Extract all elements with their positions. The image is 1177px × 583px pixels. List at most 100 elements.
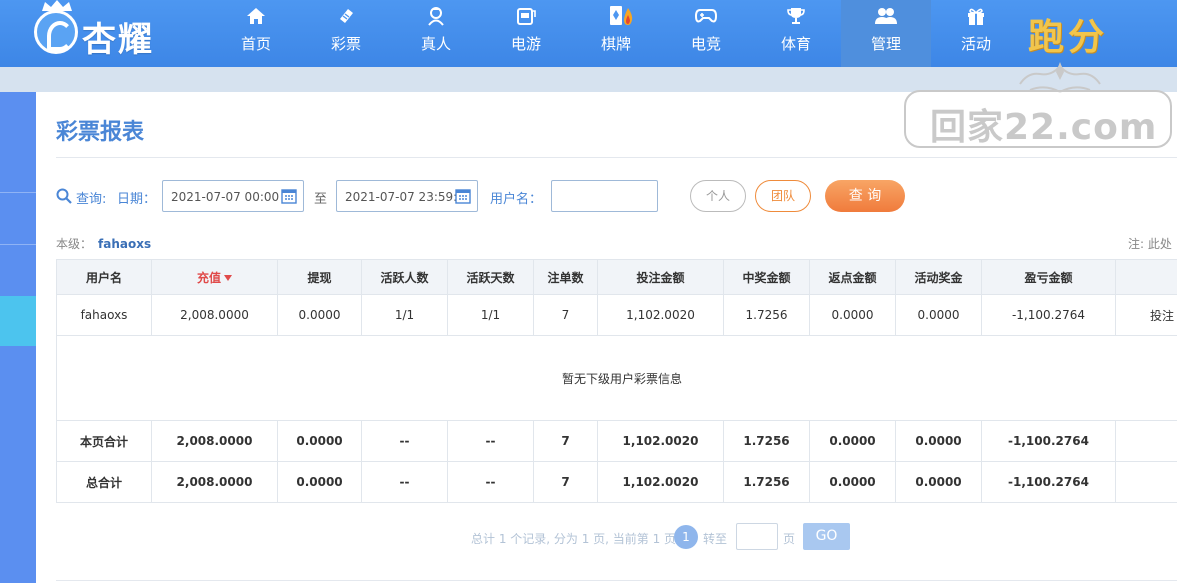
table-cell: 0.0000 bbox=[895, 461, 982, 503]
go-button[interactable]: GO bbox=[803, 523, 850, 550]
table-cell: 7 bbox=[533, 420, 598, 462]
table-cell: 2,008.0000 bbox=[151, 461, 278, 503]
brand-logo[interactable]: 杏耀 bbox=[30, 0, 180, 62]
nav-item-home[interactable]: 首页 bbox=[211, 0, 301, 67]
title-divider bbox=[56, 157, 1177, 158]
sidebar-divider bbox=[0, 192, 36, 193]
table-cell: 1.7256 bbox=[723, 420, 810, 462]
lottery-ticket-icon bbox=[335, 6, 357, 26]
username-link[interactable]: fahaoxs bbox=[56, 294, 152, 336]
logo-emblem-icon bbox=[34, 10, 78, 54]
gift-icon bbox=[965, 6, 987, 26]
sort-desc-icon bbox=[224, 275, 232, 281]
search-icon bbox=[56, 188, 72, 204]
promo-badge[interactable]: 跑分 bbox=[1028, 8, 1108, 60]
table-cell: -- bbox=[361, 420, 448, 462]
current-page-button[interactable]: 1 bbox=[674, 525, 698, 549]
table-cell bbox=[1115, 461, 1177, 503]
bet-detail-link[interactable]: 投注 bbox=[1115, 294, 1177, 336]
nav-item-cards[interactable]: 棋牌 bbox=[571, 0, 661, 67]
table-cell: -- bbox=[361, 461, 448, 503]
table-cell: -1,100.2764 bbox=[981, 461, 1116, 503]
table-cell: 1/1 bbox=[361, 294, 448, 336]
page-total-row: 本页合计 2,008.0000 0.0000 -- -- 7 1,102.002… bbox=[56, 420, 1177, 462]
table-cell: 1,102.0020 bbox=[597, 294, 724, 336]
date-separator: 至 bbox=[314, 192, 328, 207]
col-actions bbox=[1115, 259, 1177, 295]
col-active-days: 活跃天数 bbox=[447, 259, 534, 295]
table-cell: -1,100.2764 bbox=[981, 420, 1116, 462]
table-cell: 2,008.0000 bbox=[151, 294, 278, 336]
nav-item-slots[interactable]: 电游 bbox=[481, 0, 571, 67]
table-cell: 本页合计 bbox=[56, 420, 152, 462]
empty-message: 暂无下级用户彩票信息 bbox=[56, 335, 1177, 421]
query-form: 查询: 日期： 2021-07-07 00:00 至 2021-07-07 23… bbox=[56, 180, 1177, 212]
username-input[interactable] bbox=[551, 180, 658, 212]
left-sidebar bbox=[0, 92, 36, 583]
nav-item-esports[interactable]: 电竞 bbox=[661, 0, 751, 67]
main-nav: 首页 彩票 真人 电游 棋牌 电竞 体育 管理 活动 bbox=[211, 0, 1021, 67]
table-cell: 1,102.0020 bbox=[597, 420, 724, 462]
brand-name: 杏耀 bbox=[82, 20, 154, 60]
col-bonus: 活动奖金 bbox=[895, 259, 982, 295]
nav-item-live[interactable]: 真人 bbox=[391, 0, 481, 67]
pagination: 总计 1 个记录, 分为 1 页, 当前第 1 页 1 转至 页 GO bbox=[471, 523, 891, 551]
col-rebate-amount: 返点金额 bbox=[809, 259, 896, 295]
hot-flame-icon bbox=[624, 8, 633, 25]
col-deposit-sort[interactable]: 充值 bbox=[151, 259, 278, 295]
lottery-report-table: 用户名 充值 提现 活跃人数 活跃天数 注单数 投注金额 中奖金额 返点金额 活… bbox=[56, 259, 1177, 503]
nav-item-manage[interactable]: 管理 bbox=[841, 0, 931, 67]
table-cell: 2,008.0000 bbox=[151, 420, 278, 462]
query-label: 查询: bbox=[76, 192, 107, 207]
end-date-input[interactable]: 2021-07-07 23:59: bbox=[336, 180, 478, 212]
table-cell: 1,102.0020 bbox=[597, 461, 724, 503]
pagination-summary: 总计 1 个记录, 分为 1 页, 当前第 1 页 bbox=[471, 532, 677, 546]
trophy-icon bbox=[785, 6, 807, 26]
goto-label: 转至 bbox=[703, 532, 728, 546]
live-dealer-icon bbox=[425, 6, 447, 26]
calendar-icon[interactable] bbox=[281, 188, 297, 204]
table-cell: 0.0000 bbox=[895, 420, 982, 462]
calendar-icon[interactable] bbox=[455, 188, 471, 204]
table-cell bbox=[1115, 420, 1177, 462]
empty-row: 暂无下级用户彩票信息 bbox=[56, 335, 1177, 421]
start-date-input[interactable]: 2021-07-07 00:00 bbox=[162, 180, 304, 212]
grand-total-row: 总合计 2,008.0000 0.0000 -- -- 7 1,102.0020… bbox=[56, 461, 1177, 503]
table-cell: 0.0000 bbox=[809, 461, 896, 503]
table-cell: 0.0000 bbox=[895, 294, 982, 336]
sidebar-active-item[interactable] bbox=[0, 296, 36, 346]
table-cell: 1/1 bbox=[447, 294, 534, 336]
nav-item-sports[interactable]: 体育 bbox=[751, 0, 841, 67]
table-cell: -1,100.2764 bbox=[981, 294, 1116, 336]
table-cell: 0.0000 bbox=[809, 294, 896, 336]
table-note: 注: 此处 bbox=[1128, 237, 1172, 251]
watermark-badge: 回家22.com bbox=[904, 90, 1172, 148]
personal-button[interactable]: 个人 bbox=[690, 180, 746, 212]
main-panel: 彩票报表 查询: 日期： 2021-07-07 00:00 至 2021-07-… bbox=[36, 92, 1177, 583]
page-unit-label: 页 bbox=[783, 532, 796, 546]
table-row: fahaoxs 2,008.0000 0.0000 1/1 1/1 7 1,10… bbox=[56, 294, 1177, 336]
date-label: 日期： bbox=[117, 192, 157, 207]
table-cell: -- bbox=[447, 420, 534, 462]
goto-page-input[interactable] bbox=[736, 523, 778, 550]
level-user-link[interactable]: fahaoxs bbox=[98, 237, 151, 251]
table-cell: 7 bbox=[533, 294, 598, 336]
sidebar-divider bbox=[0, 244, 36, 245]
table-cell: 0.0000 bbox=[277, 461, 362, 503]
username-label: 用户名： bbox=[490, 192, 543, 207]
table-cell: 1.7256 bbox=[723, 294, 810, 336]
query-button[interactable]: 查 询 bbox=[825, 180, 905, 212]
table-cell: 总合计 bbox=[56, 461, 152, 503]
nav-item-events[interactable]: 活动 bbox=[931, 0, 1021, 67]
col-username: 用户名 bbox=[56, 259, 152, 295]
table-cell: -- bbox=[447, 461, 534, 503]
table-cell: 0.0000 bbox=[809, 420, 896, 462]
bottom-divider bbox=[56, 580, 1177, 581]
nav-item-lottery[interactable]: 彩票 bbox=[301, 0, 391, 67]
table-header-row: 用户名 充值 提现 活跃人数 活跃天数 注单数 投注金额 中奖金额 返点金额 活… bbox=[56, 259, 1177, 295]
col-active-users: 活跃人数 bbox=[361, 259, 448, 295]
users-icon bbox=[875, 6, 897, 26]
current-level: 本级： fahaoxs bbox=[56, 237, 152, 251]
team-button[interactable]: 团队 bbox=[755, 180, 811, 212]
col-bet-amount: 投注金额 bbox=[597, 259, 724, 295]
